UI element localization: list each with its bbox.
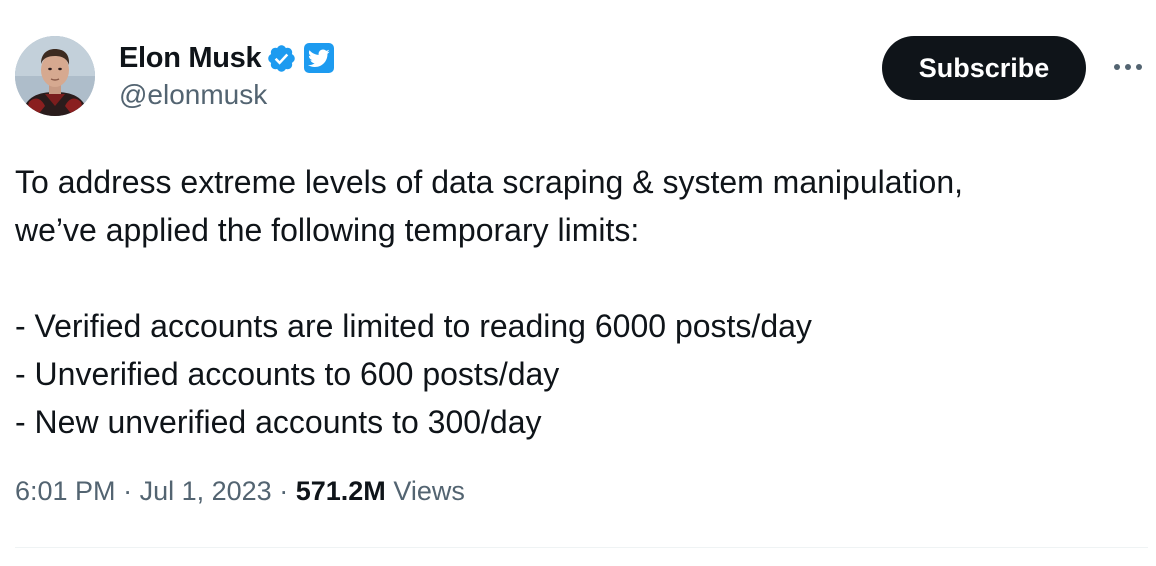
meta-separator: · [123,476,133,506]
tweet-text-line: - New unverified accounts to 300/day [15,404,542,440]
tweet-time[interactable]: 6:01 PM [15,476,116,506]
tweet-text: To address extreme levels of data scrapi… [15,158,1135,446]
more-horizontal-icon[interactable] [1110,52,1146,82]
views-count: 571.2M [295,476,386,506]
tweet-text-line: - Verified accounts are limited to readi… [15,308,812,344]
tweet-text-blank-line [15,254,1135,302]
tweet-date[interactable]: Jul 1, 2023 [140,476,272,506]
avatar-photo-icon [15,36,95,116]
twitter-bird-icon[interactable] [304,43,335,73]
tweet-meta: 6:01 PM · Jul 1, 2023 · 571.2M Views [15,476,465,507]
divider [15,547,1148,548]
tweet-card: Elon Musk @elonmusk Subscribe To address… [0,0,1156,566]
author-display-name[interactable]: Elon Musk [119,42,262,75]
meta-separator: · [279,476,289,506]
avatar[interactable] [15,36,95,116]
views-label: Views [393,476,465,506]
subscribe-button[interactable]: Subscribe [882,36,1086,100]
author-name-row: Elon Musk [119,38,335,78]
verified-checkmark-icon[interactable] [266,43,297,74]
tweet-text-line: - Unverified accounts to 600 posts/day [15,356,560,392]
tweet-text-line: we’ve applied the following temporary li… [15,212,640,248]
tweet-text-line: To address extreme levels of data scrapi… [15,164,964,200]
author-handle[interactable]: @elonmusk [119,79,267,111]
